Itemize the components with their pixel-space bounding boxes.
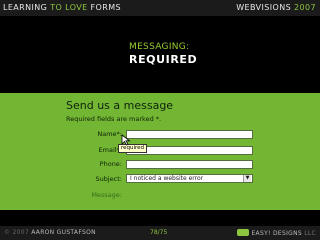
phone-label: Phone: [99,160,122,168]
name-field[interactable] [126,130,253,139]
copyright-year: 2007 [12,229,29,236]
title-part2: FORMS [87,3,121,12]
copyright-mark: © [4,229,13,236]
name-label: Name*: [97,130,122,138]
subject-value: I noticed a website error [130,175,204,182]
required-note: Required fields are marked *. [66,115,162,123]
author-name: AARON GUSTAFSON [31,229,96,236]
presentation-title: LEARNING TO LOVE FORMS [3,3,121,12]
form-heading: Send us a message [66,99,174,112]
top-bar: LEARNING TO LOVE FORMS WEBVISIONS 2007 [0,0,320,16]
title-highlight: TO LOVE [50,3,88,12]
company-name: EASY! DESIGNS [251,230,302,237]
slide-title: REQUIRED [129,53,198,66]
copyright: © 2007 AARON GUSTAFSON [4,229,96,236]
email-label: Email*: [98,146,122,154]
company-suffix: LLC [304,230,316,237]
event-year: 2007 [294,3,316,12]
phone-field[interactable] [126,160,253,169]
message-label: Message: [91,191,122,199]
pointer-cursor-icon [121,134,131,146]
bottom-bar: © 2007 AARON GUSTAFSON 78/75 EASY! DESIG… [0,226,320,240]
chevron-down-icon[interactable]: ▼ [243,175,251,182]
form-panel: Send us a message Required fields are ma… [0,93,320,210]
slide-kicker: MESSAGING: [129,42,190,52]
subject-select[interactable]: I noticed a website error ▼ [126,174,253,183]
easy-designs-logo-icon [237,229,250,236]
slide-number: 78/75 [150,229,168,236]
subject-label: Subject: [95,175,123,183]
event-name: WEBVISIONS 2007 [236,3,316,12]
slide-heading: MESSAGING: REQUIRED [129,42,197,66]
title-part1: LEARNING [3,3,51,12]
company: EASY! DESIGNS LLC [237,229,316,237]
event-label: WEBVISIONS [236,3,292,12]
